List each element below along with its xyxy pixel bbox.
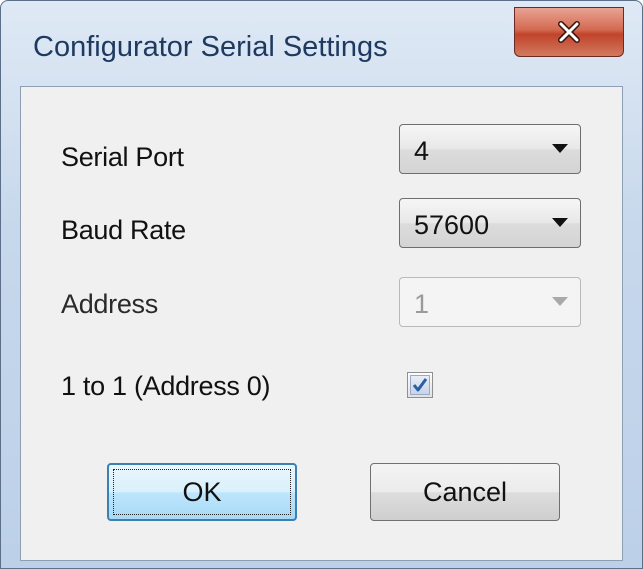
dialog-content: Serial Port 4 Baud Rate 57600 Address 1 … bbox=[20, 86, 623, 561]
ok-button[interactable]: OK bbox=[107, 463, 297, 521]
cancel-button-label: Cancel bbox=[422, 476, 508, 507]
serial-port-value: 4 bbox=[414, 136, 430, 166]
one-to-one-label: 1 to 1 (Address 0) bbox=[61, 371, 271, 401]
title-bar[interactable]: Configurator Serial Settings bbox=[1, 1, 642, 79]
address-value: 1 bbox=[414, 289, 430, 319]
close-icon bbox=[558, 21, 580, 43]
checkmark-icon bbox=[410, 375, 430, 395]
close-button[interactable] bbox=[514, 7, 624, 57]
chevron-down-icon bbox=[552, 144, 568, 153]
cancel-button[interactable]: Cancel bbox=[370, 463, 560, 521]
one-to-one-checkbox[interactable] bbox=[407, 372, 433, 398]
serial-port-label: Serial Port bbox=[61, 142, 184, 172]
chevron-down-icon bbox=[552, 218, 568, 227]
baud-rate-label: Baud Rate bbox=[61, 215, 186, 245]
baud-rate-value: 57600 bbox=[414, 210, 490, 240]
chevron-down-icon bbox=[552, 297, 568, 306]
dialog-window: Configurator Serial Settings Serial Port… bbox=[0, 0, 643, 569]
address-dropdown: 1 bbox=[399, 277, 581, 327]
window-title: Configurator Serial Settings bbox=[33, 31, 388, 63]
address-label: Address bbox=[61, 289, 158, 319]
serial-port-dropdown[interactable]: 4 bbox=[399, 124, 581, 174]
ok-button-label: OK bbox=[182, 476, 222, 507]
baud-rate-dropdown[interactable]: 57600 bbox=[399, 198, 581, 248]
